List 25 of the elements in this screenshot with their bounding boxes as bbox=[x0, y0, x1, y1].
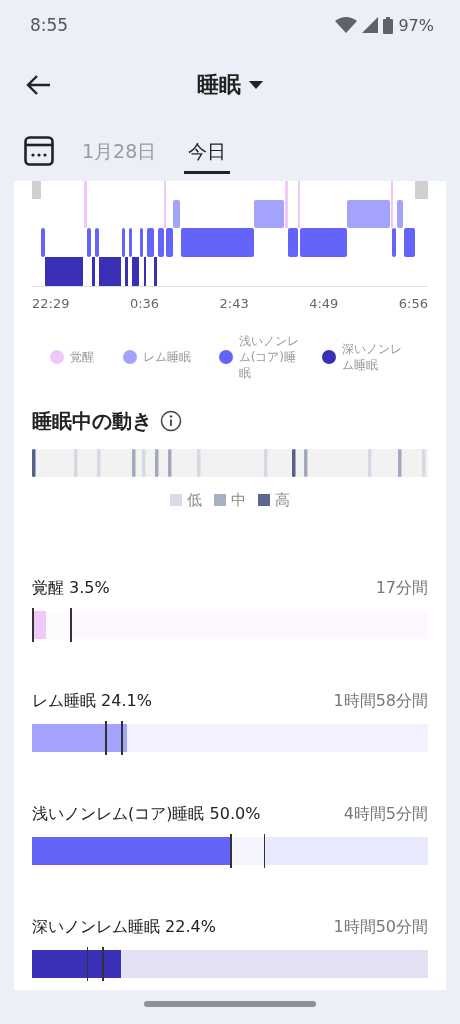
stage-duration: 17分間 bbox=[375, 577, 428, 599]
legend-label: 低 bbox=[187, 490, 202, 510]
legend-label: 中 bbox=[231, 490, 246, 510]
title-dropdown[interactable]: 睡眠 bbox=[197, 70, 263, 100]
stage-label: 浅いノンレム(コア)睡眠 50.0% bbox=[32, 803, 261, 825]
legend-label: 深いノンレム睡眠 bbox=[342, 341, 403, 374]
time-label: 22:29 bbox=[32, 296, 70, 311]
stage-label: 覚醒 3.5% bbox=[32, 577, 110, 599]
legend-label: 覚醒 bbox=[70, 349, 94, 366]
legend-label: 浅いノンレム(コア)睡眠 bbox=[238, 333, 300, 382]
section-title: 睡眠中の動き bbox=[32, 407, 152, 435]
stage-duration: 4時間5分間 bbox=[343, 803, 428, 825]
stage-label: レム睡眠 24.1% bbox=[32, 690, 152, 712]
time-label: 0:36 bbox=[129, 296, 160, 311]
stage-label: 深いノンレム睡眠 22.4% bbox=[32, 916, 216, 938]
status-time: 8:55 bbox=[30, 15, 69, 35]
battery-level: 97% bbox=[398, 15, 434, 35]
date-tab[interactable]: 今日 bbox=[184, 133, 231, 174]
stage-duration: 1時間58分間 bbox=[333, 690, 428, 712]
legend-label: 高 bbox=[275, 490, 290, 510]
legend-label: レム睡眠 bbox=[143, 349, 192, 366]
stage-duration: 1時間50分間 bbox=[333, 916, 428, 938]
time-label: 6:56 bbox=[398, 296, 428, 311]
time-label: 2:43 bbox=[219, 296, 249, 311]
time-label: 4:49 bbox=[309, 296, 339, 311]
